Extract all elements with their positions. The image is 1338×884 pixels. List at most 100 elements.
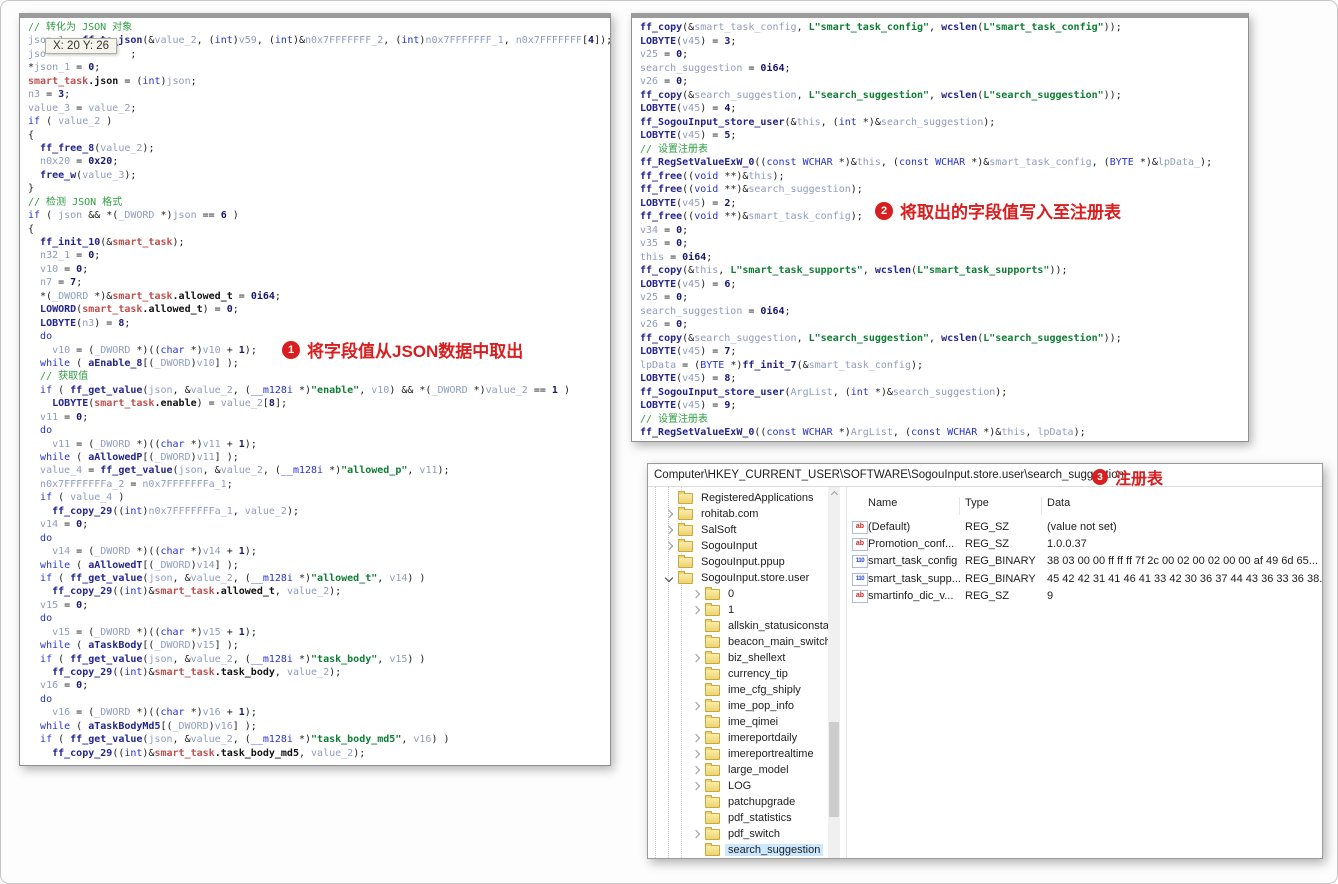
tree-item-ime-pop-info[interactable]: ime_pop_info [648, 698, 846, 714]
registry-value-row[interactable]: ab Promotion_conf... REG_SZ 1.0.0.37 [848, 536, 1322, 553]
column-header-data[interactable]: Data [1047, 497, 1070, 509]
code-line[interactable]: ff_copy_29((int)&smart_task.task_body, v… [28, 666, 610, 679]
code-line[interactable]: if ( value_2 ) [28, 115, 610, 128]
tree-item-ime-cfg-shiply[interactable]: ime_cfg_shiply [648, 682, 846, 698]
tree-item-registeredapplications[interactable]: RegisteredApplications [648, 490, 846, 506]
code-line[interactable]: v10 = 0; [28, 263, 610, 276]
code-line[interactable]: // 获取值 [28, 370, 610, 383]
code-line[interactable]: { [28, 129, 610, 142]
tree-item-sogouinput-store-user[interactable]: SogouInput.store.user [648, 570, 846, 586]
code-line[interactable]: ff_free((void **)&search_suggestion); [640, 183, 1248, 197]
code-line[interactable]: { [28, 223, 610, 236]
code-line[interactable]: if ( ff_get_value(json, &value_2, (__m12… [28, 733, 610, 746]
code-line[interactable]: ff_free((void **)&this); [640, 170, 1248, 184]
code-line[interactable]: smart_task.json = (int)json; [28, 75, 610, 88]
code-line[interactable]: // 设置注册表 [640, 143, 1248, 157]
code-line[interactable]: do [28, 693, 610, 706]
code-line[interactable]: v16 = 0; [28, 679, 610, 692]
code-line[interactable]: while ( aAllowedT[(_DWORD)v14] ); [28, 559, 610, 572]
code-line[interactable]: n32_1 = 0; [28, 249, 610, 262]
code-line[interactable]: if ( ff_get_value(json, &value_2, (__m12… [28, 653, 610, 666]
code-line[interactable]: v14 = 0; [28, 518, 610, 531]
registry-value-row[interactable]: 110 smart_task_supp... REG_BINARY 45 42 42 … [848, 571, 1322, 588]
code-line[interactable]: } [28, 182, 610, 195]
code-line[interactable]: if ( ff_get_value(json, &value_2, (__m12… [28, 572, 610, 585]
tree-item-1[interactable]: 1 [648, 602, 846, 618]
tree-scrollbar[interactable] [828, 487, 840, 858]
code-line[interactable]: *(_DWORD *)&smart_task.allowed_t = 0i64; [28, 290, 610, 303]
code-line[interactable]: value_3 = value_2; [28, 102, 610, 115]
tree-item-sogouinput-ppup[interactable]: SogouInput.ppup [648, 554, 846, 570]
registry-value-row[interactable]: ab smartinfo_dic_v... REG_SZ 9 [848, 588, 1322, 605]
code-line[interactable]: do [28, 532, 610, 545]
code-line[interactable]: v26 = 0; [640, 75, 1248, 89]
code-line[interactable]: *json_1 = 0; [28, 61, 610, 74]
column-divider[interactable] [1041, 497, 1042, 515]
code-line[interactable]: ff_copy_29((int)&smart_task.task_body_md… [28, 747, 610, 760]
code-line[interactable]: LOBYTE(v45) = 8; [640, 372, 1248, 386]
code-line[interactable]: lpData = (BYTE *)ff_init_7(&smart_task_c… [640, 359, 1248, 373]
code-line[interactable]: v15 = 0; [28, 599, 610, 612]
code-line[interactable]: v16 = (_DWORD *)((char *)v16 + 1); [28, 706, 610, 719]
tree-item-allskin-statusiconstatis[interactable]: allskin_statusiconstatis [648, 618, 846, 634]
code-line[interactable]: ff_SogouInput_store_user(ArgList, (int *… [640, 386, 1248, 400]
tree-item-biz-shellext[interactable]: biz_shellext [648, 650, 846, 666]
code-line[interactable]: search_suggestion = 0i64; [640, 62, 1248, 76]
tree-item-rohitab-com[interactable]: rohitab.com [648, 506, 846, 522]
code-line[interactable]: n3 = 3; [28, 88, 610, 101]
code-line[interactable]: while ( aTaskBodyMd5[(_DWORD)v16] ); [28, 720, 610, 733]
code-line[interactable]: ff_SogouInput_store_user(&this, (int *)&… [640, 116, 1248, 130]
tree-item-log[interactable]: LOG [648, 778, 846, 794]
code-line[interactable]: v11 = (_DWORD *)((char *)v11 + 1); [28, 438, 610, 451]
code-line[interactable]: if ( ff_get_value(json, &value_2, (__m12… [28, 384, 610, 397]
tree-item-ime-qimei[interactable]: ime_qimei [648, 714, 846, 730]
code-line[interactable]: v34 = 0; [640, 224, 1248, 238]
tree-item-sogouinput[interactable]: SogouInput [648, 538, 846, 554]
code-line[interactable]: if ( json && *(_DWORD *)json == 6 ) [28, 209, 610, 222]
code-line[interactable]: if ( value_4 ) [28, 491, 610, 504]
registry-address-bar[interactable]: Computer\HKEY_CURRENT_USER\SOFTWARE\Sogo… [648, 464, 1322, 487]
code-line[interactable]: v14 = (_DWORD *)((char *)v14 + 1); [28, 545, 610, 558]
tree-item-pdf-statistics[interactable]: pdf_statistics [648, 810, 846, 826]
tree-item-imereportdaily[interactable]: imereportdaily [648, 730, 846, 746]
code-line[interactable]: v25 = 0; [640, 291, 1248, 305]
code-line[interactable]: ff_RegSetValueExW_0((const WCHAR *)&this… [640, 156, 1248, 170]
code-line[interactable]: n7 = 7; [28, 276, 610, 289]
code-line[interactable]: ff_copy(&this, L"smart_task_supports", w… [640, 264, 1248, 278]
code-line[interactable]: ff_RegSetValueExW_0((const WCHAR *)ArgLi… [640, 426, 1248, 440]
code-line[interactable]: LOBYTE(v45) = 7; [640, 345, 1248, 359]
code-line[interactable]: while ( aTaskBody[(_DWORD)v15] ); [28, 639, 610, 652]
tree-item-currency-tip[interactable]: currency_tip [648, 666, 846, 682]
code-line[interactable]: LOBYTE(v45) = 4; [640, 102, 1248, 116]
code-line[interactable]: v26 = 0; [640, 318, 1248, 332]
code-line[interactable]: n0x20 = 0x20; [28, 155, 610, 168]
code-line[interactable]: ff_copy(&search_suggestion, L"search_sug… [640, 89, 1248, 103]
registry-value-row[interactable]: 110 smart_task_config REG_BINARY 38 03 00 0… [848, 553, 1322, 570]
tree-item-beacon-main-switch[interactable]: beacon_main_switch [648, 634, 846, 650]
code-line[interactable]: LOBYTE(v45) = 3; [640, 35, 1248, 49]
tree-item-salsoft[interactable]: SalSoft [648, 522, 846, 538]
code-line[interactable]: ff_init_10(&smart_task); [28, 236, 610, 249]
column-header-type[interactable]: Type [965, 497, 989, 509]
code-line[interactable]: ff_copy(&smart_task_config, L"smart_task… [640, 21, 1248, 35]
code-line[interactable]: ff_free_8(value_2); [28, 142, 610, 155]
code-line[interactable]: v11 = 0; [28, 411, 610, 424]
code-line[interactable]: value_4 = ff_get_value(json, &value_2, (… [28, 464, 610, 477]
code-line[interactable]: // 检测 JSON 格式 [28, 196, 610, 209]
code-line[interactable]: ff_copy_29((int)&smart_task.allowed_t, v… [28, 585, 610, 598]
tree-item-pdf-switch[interactable]: pdf_switch [648, 826, 846, 842]
tree-item-large-model[interactable]: large_model [648, 762, 846, 778]
code-line[interactable]: LOBYTE(v45) = 6; [640, 278, 1248, 292]
code-line[interactable]: ff_copy(&search_suggestion, L"search_sug… [640, 332, 1248, 346]
code-line[interactable]: // 转化为 JSON 对象 [28, 21, 610, 34]
column-header-name[interactable]: Name [868, 497, 897, 509]
code-line[interactable]: while ( aAllowedP[(_DWORD)v11] ); [28, 451, 610, 464]
code-line[interactable]: do [28, 612, 610, 625]
code-line[interactable]: this = 0i64; [640, 251, 1248, 265]
code-line[interactable]: search_suggestion = 0i64; [640, 305, 1248, 319]
code-line[interactable]: LOBYTE(n3) = 8; [28, 317, 610, 330]
scroll-up-button[interactable] [828, 487, 840, 501]
code-line[interactable]: LOBYTE(v45) = 5; [640, 129, 1248, 143]
code-line[interactable]: do [28, 424, 610, 437]
code-line[interactable]: LOWORD(smart_task.allowed_t) = 0; [28, 303, 610, 316]
